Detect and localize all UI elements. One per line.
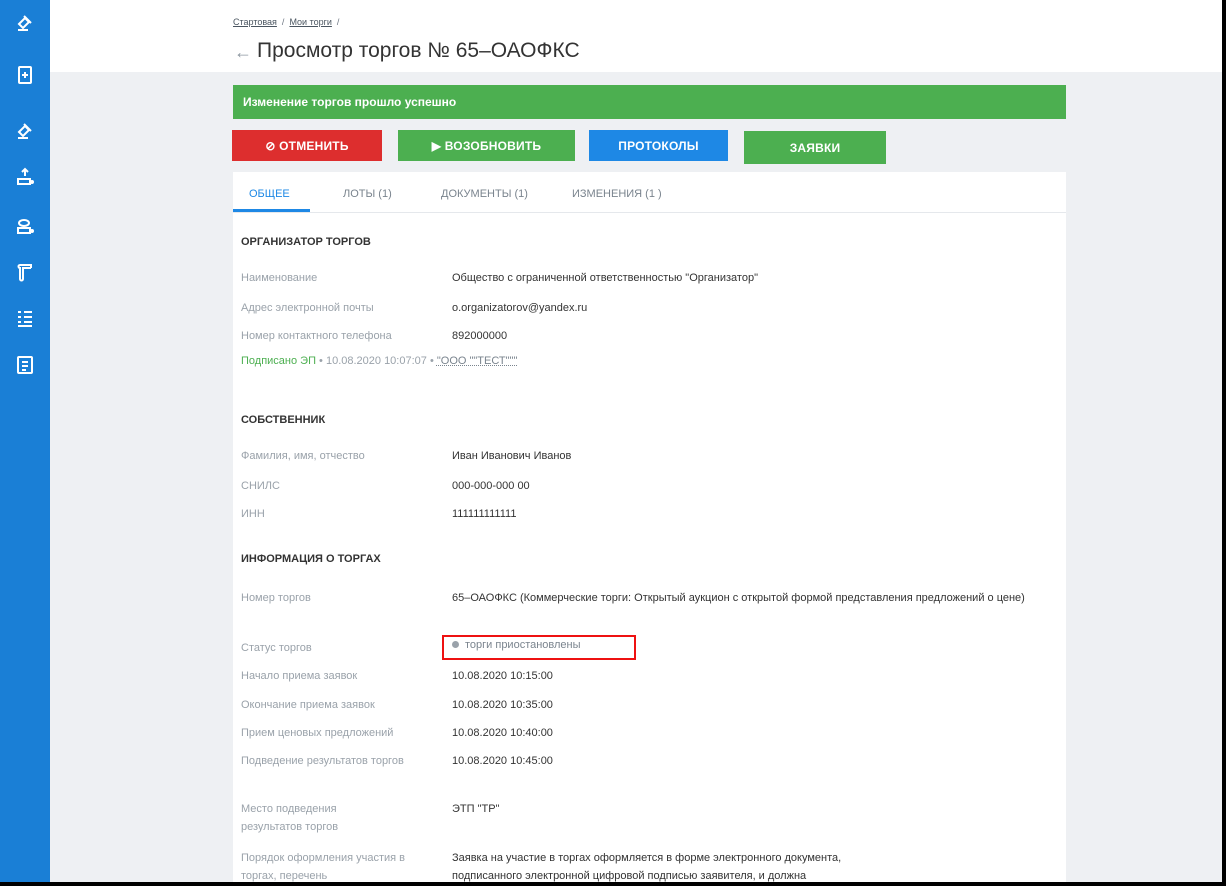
details-card: ОБЩЕЕ ЛОТЫ (1) ДОКУМЕНТЫ (1) ИЗМЕНЕНИЯ (… (233, 172, 1066, 882)
organizer-phone-value: 892000000 (452, 330, 508, 342)
signed-organization-link[interactable]: "ООО ""ТЕСТ""" (437, 355, 518, 367)
trade-number-label: Номер торгов (241, 592, 311, 604)
list-icon[interactable] (13, 306, 37, 330)
trade-info-heading: ИНФОРМАЦИЯ О ТОРГАХ (241, 553, 381, 565)
bids-value: 10.08.2020 10:40:00 (452, 727, 553, 739)
document-icon[interactable] (13, 63, 37, 87)
owner-inn-label: ИНН (241, 508, 265, 520)
apps-start-value: 10.08.2020 10:15:00 (452, 670, 553, 682)
back-arrow-icon[interactable]: ← (234, 43, 252, 61)
tab-lots[interactable]: ЛОТЫ (1) (343, 188, 392, 200)
signature-info: Подписано ЭП • 10.08.2020 10:07:07 • "ОО… (241, 355, 517, 367)
organizer-name-label: Наименование (241, 272, 318, 284)
tab-documents[interactable]: ДОКУМЕНТЫ (1) (441, 188, 528, 200)
breadcrumb-separator: / (336, 17, 340, 27)
cancel-button[interactable]: ⊘ ОТМЕНИТЬ (232, 130, 382, 161)
resume-button[interactable]: ▶ ВОЗОБНОВИТЬ (398, 130, 575, 161)
success-alert: Изменение торгов прошло успешно (233, 85, 1066, 119)
applications-button[interactable]: ЗАЯВКИ (744, 131, 886, 164)
organizer-email-value: o.organizatorov@yandex.ru (452, 302, 588, 314)
breadcrumb: Стартовая / Мои торги / (233, 17, 344, 27)
trade-status-value: торги приостановлены (452, 639, 581, 651)
contract-icon[interactable] (13, 353, 37, 377)
status-dot-icon (452, 640, 459, 648)
signed-label: Подписано ЭП (241, 355, 316, 367)
apps-end-label: Окончание приема заявок (241, 699, 375, 711)
sidebar (0, 0, 50, 882)
owner-heading: СОБСТВЕННИК (241, 414, 326, 426)
app-frame: Стартовая / Мои торги / ← Просмотр торгов №… (0, 0, 1224, 884)
organizer-phone-label: Номер контактного телефона (241, 330, 392, 342)
results-label: Подведение результатов торгов (241, 755, 404, 767)
owner-fio-value: Иван Иванович Иванов (452, 450, 572, 462)
tab-bar: ОБЩЕЕ ЛОТЫ (1) ДОКУМЕНТЫ (1) ИЗМЕНЕНИЯ (… (233, 172, 1066, 213)
order-label: Порядок оформления участия в торгах, пер… (241, 852, 406, 882)
place-label: Место подведения результатов торгов (241, 803, 339, 833)
breadcrumb-my-trades-link[interactable]: Мои торги (289, 17, 331, 27)
owner-inn-value: 111111111111 (452, 508, 517, 520)
owner-snils-label: СНИЛС (241, 480, 280, 492)
trade-number-value: 65–ОАОФКС (Коммерческие торги: Открытый … (452, 592, 1025, 604)
tab-changes[interactable]: ИЗМЕНЕНИЯ (1 ) (572, 188, 662, 200)
apps-end-value: 10.08.2020 10:35:00 (452, 699, 553, 711)
signed-date: • 10.08.2020 10:07:07 • (319, 355, 434, 367)
page-header (50, 0, 1222, 72)
gavel-icon[interactable] (13, 118, 37, 142)
organizer-heading: ОРГАНИЗАТОР ТОРГОВ (241, 236, 371, 248)
protocols-button[interactable]: ПРОТОКОЛЫ (589, 130, 728, 161)
order-value: Заявка на участие в торгах оформляется в… (452, 852, 842, 882)
breadcrumb-home-link[interactable]: Стартовая (233, 17, 277, 27)
upload-user-icon[interactable] (13, 165, 37, 189)
place-value: ЭТП "ТР" (452, 803, 500, 815)
page-title: Просмотр торгов № 65–ОАОФКС (257, 39, 580, 62)
owner-snils-value: 000-000-000 00 (452, 480, 530, 492)
scroll-icon[interactable] (13, 260, 37, 284)
gavel-icon[interactable] (13, 10, 37, 34)
breadcrumb-separator: / (281, 17, 285, 27)
apps-start-label: Начало приема заявок (241, 670, 358, 682)
results-value: 10.08.2020 10:45:00 (452, 755, 553, 767)
organizer-email-label: Адрес электронной почты (241, 302, 374, 314)
organizer-name-value: Общество с ограниченной ответственностью… (452, 272, 758, 284)
owner-fio-label: Фамилия, имя, отчество (241, 450, 365, 462)
download-user-icon[interactable] (13, 214, 37, 238)
active-tab-indicator (233, 209, 310, 212)
trade-status-label: Статус торгов (241, 642, 312, 654)
bids-label: Прием ценовых предложений (241, 727, 394, 739)
tab-general[interactable]: ОБЩЕЕ (249, 188, 290, 200)
trade-status-text: торги приостановлены (465, 639, 581, 651)
